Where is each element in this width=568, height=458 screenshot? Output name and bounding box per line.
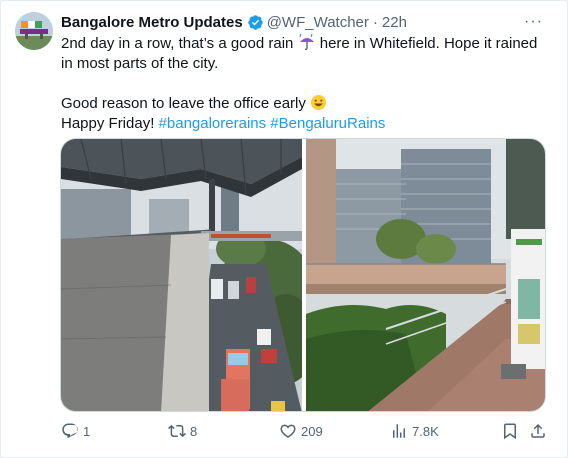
metro-station-rainy-road-photo[interactable]	[61, 139, 316, 411]
views-chart-icon	[393, 424, 405, 438]
tweet-text: 2nd day in a row, that’s a good rain her…	[61, 33, 551, 134]
tweet-header: Bangalore Metro Updates @WF_Watcher · 22…	[61, 12, 407, 32]
like-count: 209	[301, 423, 323, 439]
grinning-face-icon	[310, 94, 327, 111]
office-campus-wet-walkway-photo[interactable]	[306, 139, 545, 411]
bookmark-icon	[504, 423, 516, 440]
more-options-icon[interactable]: ···	[524, 13, 543, 31]
views-count: 7.8K	[412, 423, 439, 439]
bookmark-button[interactable]	[501, 422, 519, 440]
separator-dot: ·	[372, 13, 378, 31]
reply-icon	[62, 423, 78, 439]
reply-button[interactable]: 1	[61, 422, 90, 440]
heart-icon	[280, 424, 296, 438]
media-grid	[60, 138, 546, 412]
tweet-text-line-1: 2nd day in a row, that’s a good rain her…	[61, 33, 538, 72]
action-bar: 1 8 209 7.8K	[61, 422, 549, 444]
umbrella-with-rain-icon	[298, 33, 314, 50]
share-icon	[531, 423, 545, 438]
like-button[interactable]: 209	[279, 422, 323, 440]
tweet-text-line-3: Happy Friday! #bangalorerains #Bengaluru…	[61, 115, 386, 132]
avatar[interactable]	[15, 12, 53, 50]
repost-count: 8	[190, 423, 198, 439]
hashtag-bangalorerains[interactable]: #bangalorerains	[159, 115, 267, 132]
author-handle[interactable]: @WF_Watcher	[267, 14, 369, 31]
tweet-text-line-2: Good reason to leave the office early	[61, 94, 551, 114]
timestamp[interactable]: 22h	[382, 14, 407, 31]
share-button[interactable]	[529, 422, 547, 440]
reply-count: 1	[83, 423, 91, 439]
verified-badge-icon	[247, 14, 263, 30]
author-name[interactable]: Bangalore Metro Updates	[61, 14, 243, 31]
views-button[interactable]: 7.8K	[390, 422, 439, 440]
hashtag-bengalururains[interactable]: #BengaluruRains	[270, 115, 385, 132]
repost-button[interactable]: 8	[168, 422, 197, 440]
tweet-card[interactable]: Bangalore Metro Updates @WF_Watcher · 22…	[0, 0, 568, 458]
repost-icon	[168, 424, 186, 438]
